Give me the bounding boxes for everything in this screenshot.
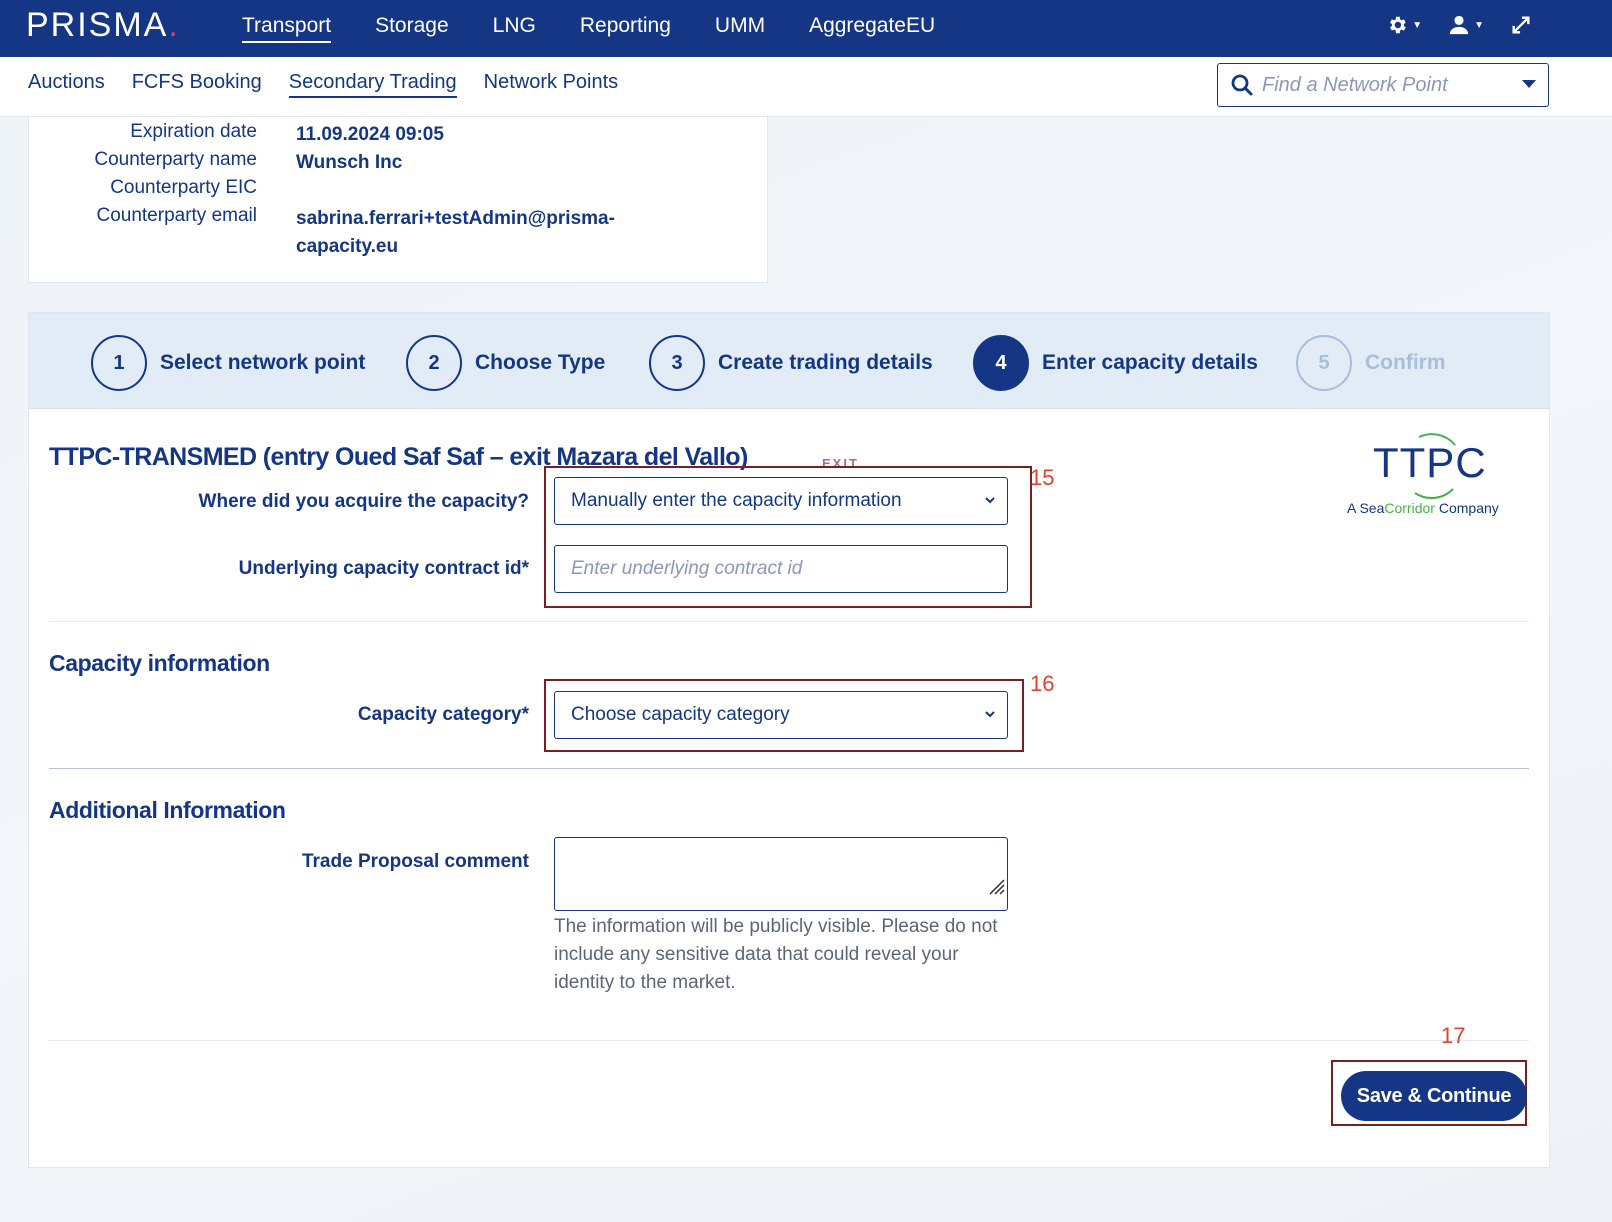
- step-2[interactable]: 2 Choose Type: [406, 335, 605, 391]
- user-menu[interactable]: ▼: [1448, 14, 1484, 36]
- detail-label: Counterparty EIC: [110, 177, 257, 198]
- annotation-label-16: 16: [1030, 671, 1055, 696]
- nav-reporting[interactable]: Reporting: [558, 0, 693, 57]
- prisma-logo[interactable]: PRISMA.: [26, 6, 180, 45]
- chevron-down-icon: ▼: [1474, 19, 1484, 31]
- comment-textarea[interactable]: [554, 837, 1008, 911]
- comment-label: Trade Proposal comment: [301, 851, 529, 872]
- detail-label: Counterparty email: [96, 205, 257, 226]
- logo-dot: .: [168, 6, 180, 44]
- detail-value: Wunsch Inc: [296, 152, 403, 173]
- section-divider: [49, 621, 1529, 622]
- step-number: 1: [91, 335, 147, 391]
- subnav-secondary-trading[interactable]: Secondary Trading: [288, 71, 457, 98]
- search-input[interactable]: [1262, 70, 1512, 100]
- expand-icon: [1512, 16, 1530, 34]
- contract-id-label: Underlying capacity contract id*: [238, 558, 529, 579]
- detail-value: 11.09.2024 09:05: [296, 124, 444, 145]
- step-label: Choose Type: [475, 351, 606, 374]
- step-label: Confirm: [1365, 351, 1446, 374]
- comment-hint: The information will be publicly visible…: [554, 916, 998, 993]
- section-divider: [49, 768, 1529, 769]
- step-label: Select network point: [160, 351, 366, 374]
- nav-storage[interactable]: Storage: [353, 0, 471, 57]
- sub-menu: Auctions FCFS Booking Secondary Trading …: [28, 71, 618, 98]
- highlight-box-15: [544, 466, 1032, 608]
- acquire-label: Where did you acquire the capacity?: [198, 491, 529, 512]
- trade-details-card: Expiration date 11.09.2024 09:05 Counter…: [28, 117, 768, 283]
- step-number: 5: [1296, 335, 1352, 391]
- nav-lng[interactable]: LNG: [471, 0, 558, 57]
- step-number: 2: [406, 335, 462, 391]
- step-4: 4 Enter capacity details: [973, 335, 1258, 391]
- detail-value: sabrina.ferrari+testAdmin@prisma-capacit…: [296, 208, 615, 257]
- settings-menu[interactable]: ▼: [1386, 14, 1422, 36]
- nav-transport[interactable]: Transport: [220, 0, 353, 57]
- step-label: Enter capacity details: [1042, 351, 1258, 374]
- resize-handle-icon[interactable]: [987, 877, 1005, 895]
- additional-section-title: Additional Information: [49, 797, 286, 823]
- logo-tagline: A SeaCorridor Company: [1347, 500, 1499, 516]
- subnav-network-points[interactable]: Network Points: [484, 71, 619, 98]
- gear-icon: [1390, 16, 1406, 34]
- capacity-section-title: Capacity information: [49, 650, 270, 676]
- capacity-form-card: 1 Select network point 2 Choose Type 3 C…: [28, 312, 1550, 1168]
- search-icon: [1231, 74, 1253, 96]
- step-1[interactable]: 1 Select network point: [91, 335, 365, 391]
- save-continue-button[interactable]: Save & Continue: [1341, 1071, 1527, 1121]
- step-number: 3: [649, 335, 705, 391]
- logo-text: PRISMA: [26, 6, 169, 44]
- capacity-category-label: Capacity category*: [357, 704, 529, 725]
- step-3[interactable]: 3 Create trading details: [649, 335, 933, 391]
- subnav-fcfs-booking[interactable]: FCFS Booking: [132, 71, 262, 98]
- annotation-label-15: 15: [1030, 465, 1055, 490]
- nav-aggregateeu[interactable]: AggregateEU: [787, 0, 957, 57]
- detail-label: Expiration date: [130, 121, 257, 142]
- step-5: 5 Confirm: [1296, 335, 1446, 391]
- nav-umm[interactable]: UMM: [693, 0, 787, 57]
- step-label: Create trading details: [718, 351, 933, 374]
- operator-logo: TTPC A SeaCorridor Company: [1347, 431, 1507, 521]
- top-navigation: PRISMA. Transport Storage LNG Reporting …: [0, 0, 1612, 57]
- main-menu: Transport Storage LNG Reporting UMM Aggr…: [220, 0, 957, 57]
- network-point-search[interactable]: [1217, 63, 1549, 107]
- section-divider: [49, 1040, 1529, 1041]
- progress-stepper: 1 Select network point 2 Choose Type 3 C…: [29, 313, 1549, 409]
- dropdown-caret-icon[interactable]: [1522, 80, 1536, 88]
- user-icon: [1449, 15, 1469, 35]
- annotation-label-17: 17: [1441, 1023, 1466, 1048]
- logo-main-text: TTPC: [1373, 439, 1487, 486]
- detail-label: Counterparty name: [94, 149, 257, 170]
- step-number: 4: [973, 335, 1029, 391]
- chevron-down-icon: ▼: [1412, 19, 1423, 31]
- highlight-box-16: [544, 679, 1024, 752]
- fullscreen-button[interactable]: [1510, 14, 1532, 36]
- subnav-auctions[interactable]: Auctions: [28, 71, 105, 98]
- sub-navigation: Auctions FCFS Booking Secondary Trading …: [0, 57, 1612, 117]
- toolbar-icons: ▼ ▼: [1386, 14, 1532, 36]
